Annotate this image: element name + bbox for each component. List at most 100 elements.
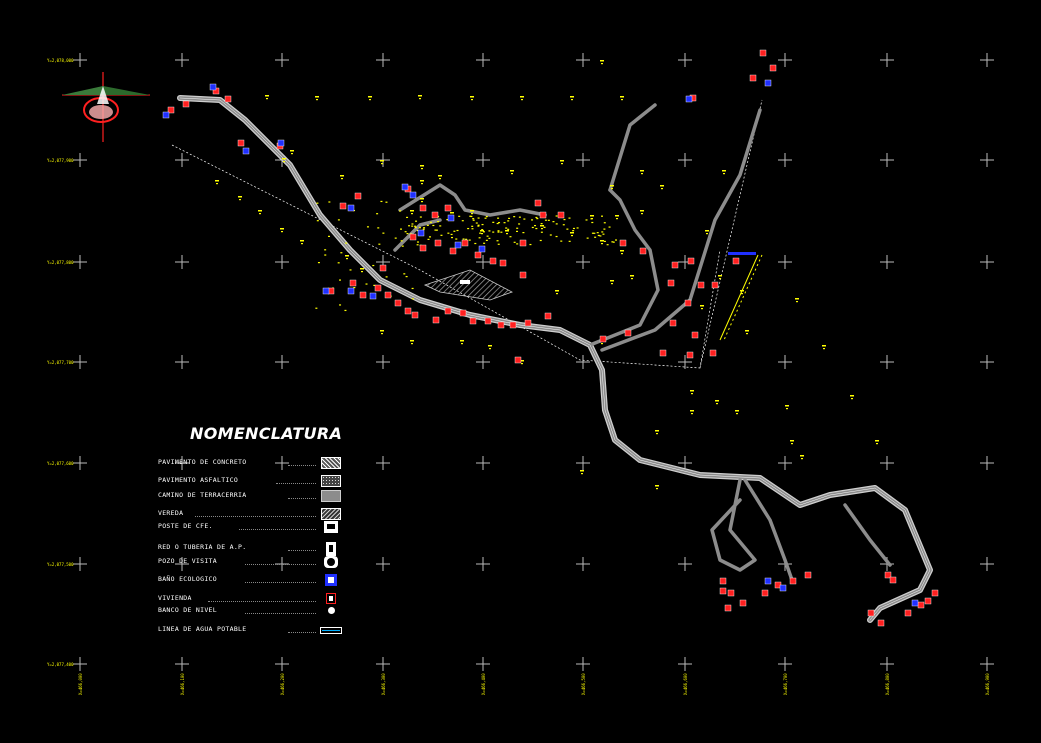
annotation-mark: [610, 280, 614, 285]
house-icon: [691, 331, 699, 339]
grid-cross-icon: [275, 657, 289, 671]
annotation-dot: [471, 228, 474, 230]
annotation-dot: [485, 215, 488, 218]
annotation-dot: [555, 235, 558, 238]
annotation-dot: [317, 262, 320, 264]
house-icon: [444, 307, 452, 315]
house-icon: [499, 259, 507, 267]
pipe-icon: [326, 542, 336, 556]
annotation-mark: [630, 275, 634, 280]
bathroom-icon: [409, 191, 417, 199]
house-icon: [544, 312, 552, 320]
x-coordinate-label: X=466,000: [78, 673, 83, 695]
y-coordinate-label: Y=2,077,800: [47, 260, 74, 265]
grid-cross-icon: [275, 355, 289, 369]
annotation-dot: [415, 220, 418, 222]
house-icon: [484, 317, 492, 325]
legend-item: POZO DE VISITA: [158, 556, 348, 570]
bathroom-icon: [454, 241, 462, 249]
annotation-mark: [705, 230, 709, 235]
annotation-dot: [497, 217, 500, 219]
annotation-dot: [468, 239, 471, 241]
legend-item: POSTE DE CFE.: [158, 521, 348, 535]
house-icon: [379, 264, 387, 272]
house-icon: [719, 587, 727, 595]
annotation-dot: [403, 273, 406, 275]
annotation-dot: [486, 235, 489, 237]
annotation-dot: [529, 243, 532, 246]
house-icon: [904, 609, 912, 617]
grid-cross-icon: [476, 456, 490, 470]
annotation-mark: [215, 180, 219, 185]
annotation-mark: [265, 95, 269, 100]
annotation-mark: [718, 275, 722, 280]
legend-leader: [288, 632, 316, 633]
annotation-dot: [572, 227, 575, 230]
x-coordinate-label: X=466,400: [481, 673, 486, 695]
legend-leader: [244, 613, 316, 614]
annotation-dot: [414, 225, 417, 227]
annotation-dot: [337, 219, 340, 221]
annotation-mark: [850, 395, 854, 400]
grid-cross-icon: [376, 456, 390, 470]
annotation-dot: [385, 276, 388, 278]
annotation-dot: [503, 222, 506, 224]
house-icon: [671, 261, 679, 269]
annotation-mark: [280, 228, 284, 233]
annotation-dot: [513, 216, 516, 218]
house-icon: [461, 239, 469, 247]
annotation-dot: [534, 225, 537, 227]
annotation-dot: [372, 264, 375, 267]
annotation-mark: [785, 405, 789, 410]
annotation-dot: [349, 269, 352, 271]
annotation-dot: [456, 229, 459, 232]
house-icon: [669, 319, 677, 327]
x-coordinate-label: X=466,100: [180, 673, 185, 695]
annotation-mark: [690, 390, 694, 395]
annotation-dot: [552, 221, 555, 223]
house-icon: [687, 257, 695, 265]
annotation-mark: [655, 430, 659, 435]
annotation-mark: [600, 60, 604, 65]
hatch-concrete-swatch: [321, 457, 341, 469]
annotation-mark: [690, 410, 694, 415]
gray-fill-swatch: [321, 490, 341, 502]
annotation-dot: [406, 216, 409, 219]
annotation-dot: [344, 309, 347, 312]
annotation-dot: [382, 232, 385, 234]
annotation-dot: [366, 226, 369, 228]
grid-cross-icon: [175, 255, 189, 269]
annotation-dot: [376, 213, 379, 215]
house-icon: [867, 609, 875, 617]
annotation-dot: [477, 217, 480, 219]
annotation-dot: [586, 237, 589, 239]
house-icon: [519, 271, 527, 279]
grid-cross-icon: [778, 355, 792, 369]
house-icon: [724, 604, 732, 612]
x-coordinate-label: X=466,500: [581, 673, 586, 695]
annotation-mark: [875, 440, 879, 445]
annotation-mark: [258, 210, 262, 215]
y-coordinate-label: Y=2,077,700: [47, 360, 74, 365]
annotation-dot: [523, 218, 526, 220]
house-icon: [354, 192, 362, 200]
house-icon: [697, 281, 705, 289]
grid-cross-icon: [73, 657, 87, 671]
annotation-dot: [432, 224, 435, 227]
annotation-dot: [450, 236, 453, 239]
annotation-dot: [437, 221, 440, 223]
grid-cross-icon: [576, 557, 590, 571]
annotation-dot: [429, 236, 432, 238]
legend-leader: [244, 564, 316, 565]
annotation-mark: [368, 96, 372, 101]
grid-cross-icon: [980, 153, 994, 167]
legend-title: NOMENCLATURA: [190, 424, 343, 443]
annotation-dot: [497, 243, 500, 245]
annotation-dot: [474, 242, 477, 245]
legend-item: PAVIMENTO ASFALTICO: [158, 475, 348, 489]
annotation-dot: [455, 238, 458, 240]
bathroom-icon: [347, 204, 355, 212]
water-line-icon: [320, 627, 342, 634]
legend-leader: [288, 550, 316, 551]
annotation-dot: [439, 225, 442, 227]
